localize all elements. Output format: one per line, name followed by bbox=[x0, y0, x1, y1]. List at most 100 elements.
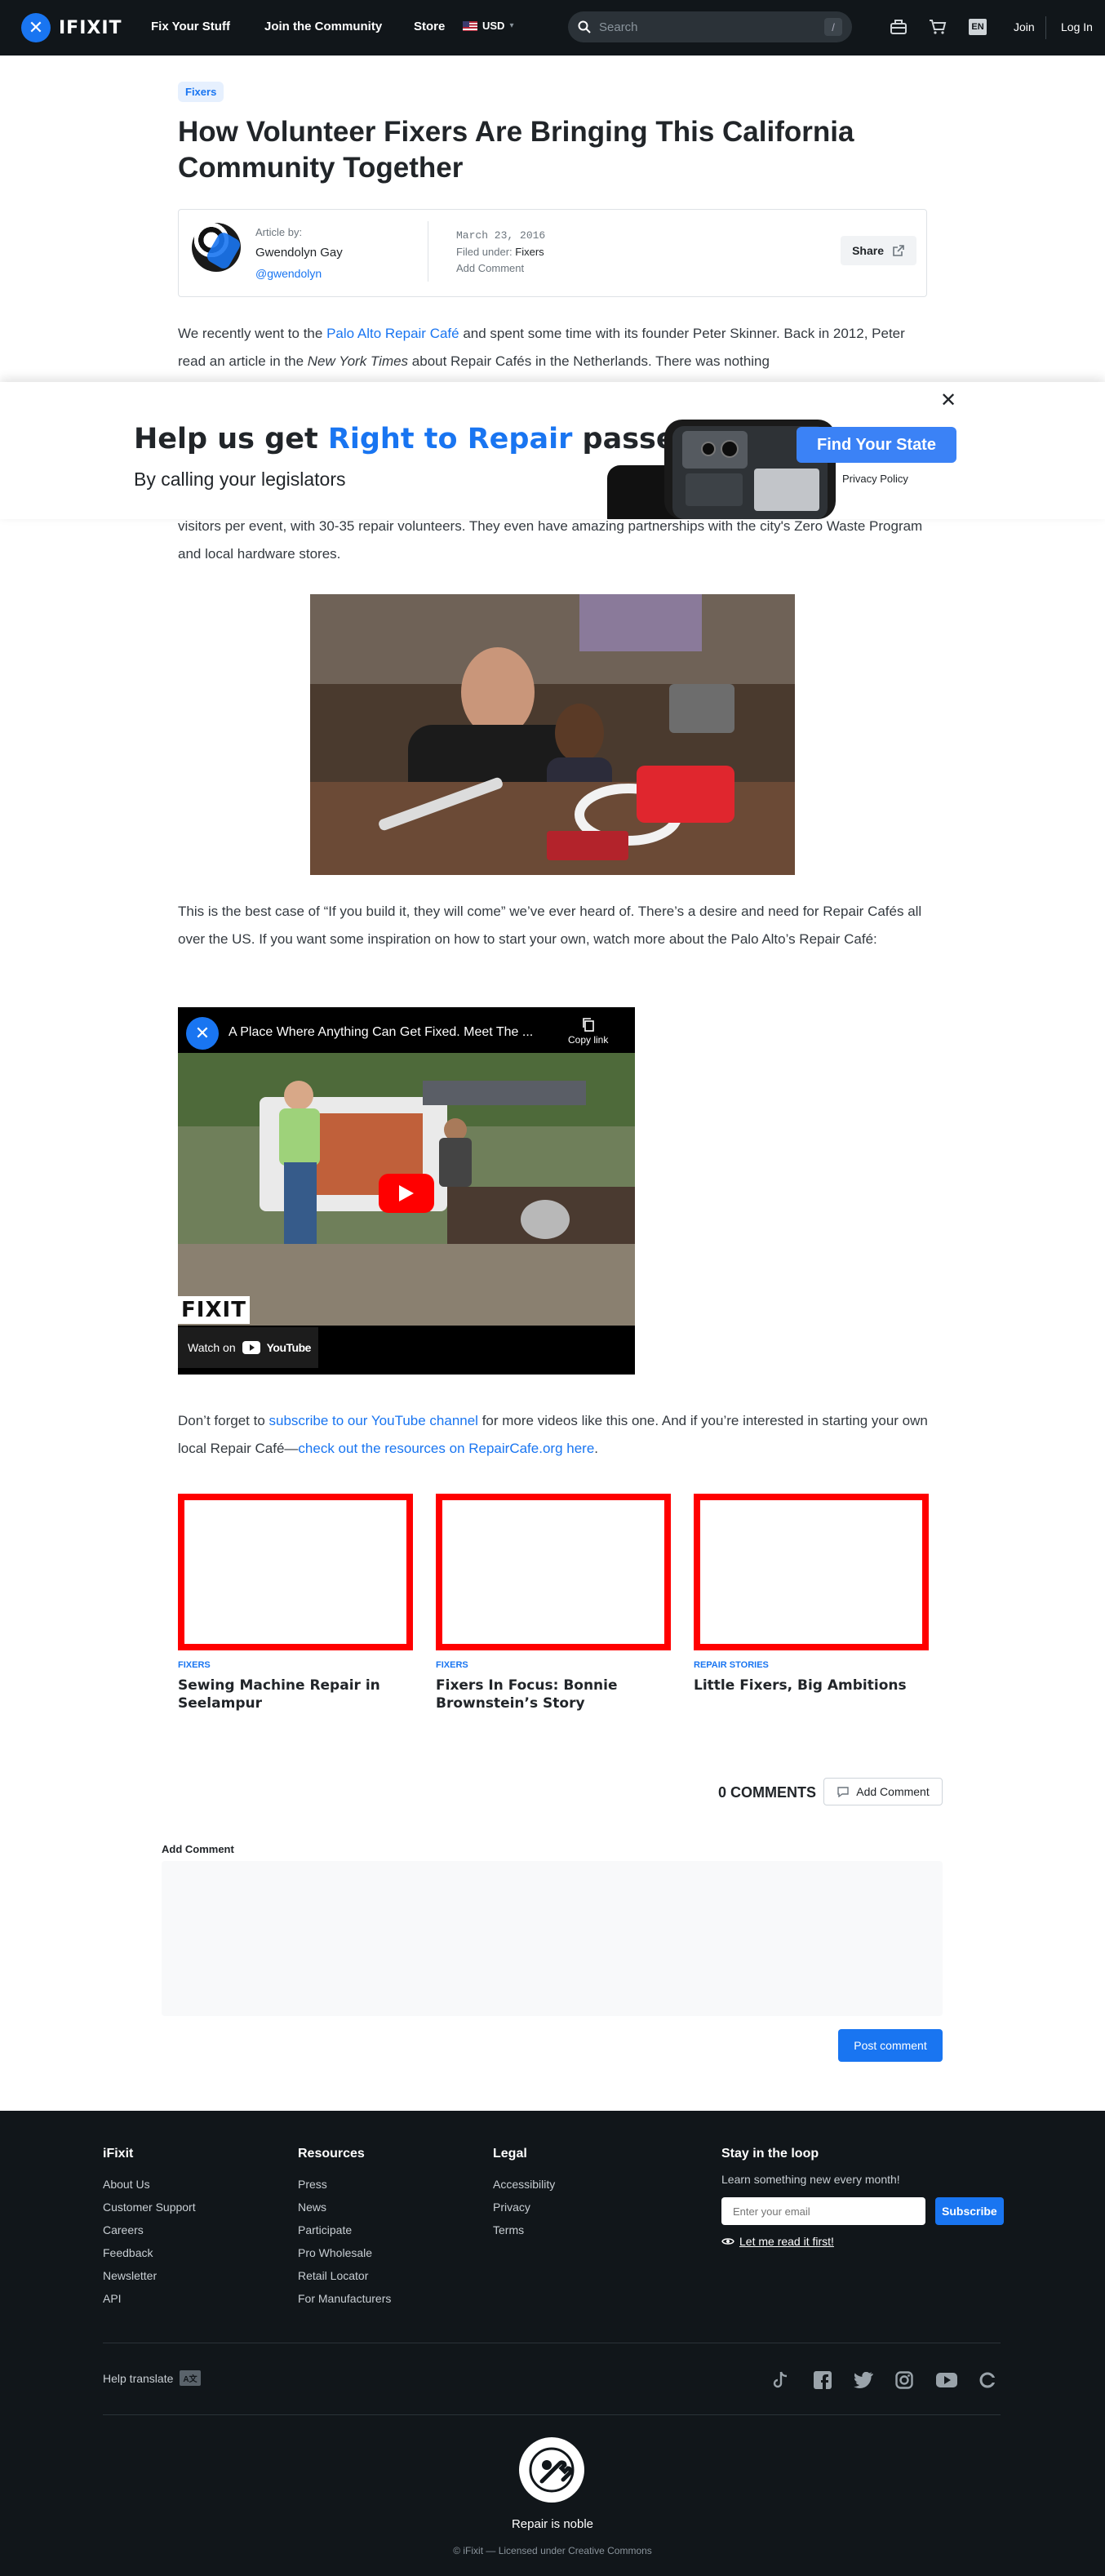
twitter-icon[interactable] bbox=[852, 2369, 875, 2392]
newsletter-form: Subscribe bbox=[721, 2197, 1004, 2225]
video-brand-watermark: FIXIT bbox=[178, 1296, 250, 1324]
video-title[interactable]: A Place Where Anything Can Get Fixed. Me… bbox=[229, 1025, 533, 1040]
related-card-title[interactable]: Little Fixers, Big Ambitions bbox=[694, 1677, 929, 1694]
add-comment-button[interactable]: Add Comment bbox=[823, 1778, 943, 1805]
search-input[interactable] bbox=[599, 20, 816, 34]
join-link[interactable]: Join bbox=[1014, 20, 1035, 33]
help-translate-label: Help translate bbox=[103, 2371, 174, 2385]
channel-avatar-icon[interactable]: ✕ bbox=[186, 1017, 219, 1050]
related-card-image[interactable] bbox=[436, 1494, 671, 1650]
play-icon bbox=[399, 1185, 414, 1201]
copy-link-button[interactable]: Copy link bbox=[568, 1017, 608, 1046]
read-newsletter-link[interactable]: Let me read it first! bbox=[721, 2235, 1004, 2248]
license-text: © iFixit — Licensed under Creative Commo… bbox=[453, 2545, 652, 2556]
ifixit-logo[interactable]: ✕ IFIXIT bbox=[21, 13, 122, 42]
help-translate-link[interactable]: Help translate A文 bbox=[103, 2370, 201, 2386]
comment-form-label: Add Comment bbox=[162, 1843, 234, 1855]
footer-link[interactable]: About Us bbox=[103, 2173, 196, 2196]
footer-link[interactable]: Accessibility bbox=[493, 2173, 555, 2196]
p4-text-a: Don’t forget to bbox=[178, 1413, 269, 1428]
language-selector[interactable]: EN bbox=[969, 19, 987, 35]
repair-cafe-photo bbox=[310, 594, 795, 875]
related-card-title[interactable]: Sewing Machine Repair in Seelampur bbox=[178, 1677, 413, 1712]
footer-link[interactable]: Pro Wholesale bbox=[298, 2241, 391, 2264]
newsletter-heading: Stay in the loop bbox=[721, 2147, 819, 2161]
tiktok-icon[interactable] bbox=[769, 2369, 792, 2392]
nav-join-community[interactable]: Join the Community bbox=[264, 20, 382, 33]
facebook-icon[interactable] bbox=[811, 2369, 834, 2392]
filed-value[interactable]: Fixers bbox=[515, 246, 544, 258]
related-card-tag[interactable]: FIXERS bbox=[178, 1660, 413, 1670]
currency-selector[interactable]: USD ▾ bbox=[463, 20, 513, 32]
publish-date: March 23, 2016 bbox=[456, 229, 546, 242]
footer-link[interactable]: Press bbox=[298, 2173, 391, 2196]
youtube-embed[interactable]: ✕ A Place Where Anything Can Get Fixed. … bbox=[178, 1007, 635, 1375]
related-card-title[interactable]: Fixers In Focus: Bonnie Brownstein’s Sto… bbox=[436, 1677, 671, 1712]
footer-link[interactable]: Feedback bbox=[103, 2241, 196, 2264]
related-card[interactable]: FIXERS Sewing Machine Repair in Seelampu… bbox=[178, 1494, 413, 1712]
nav-store[interactable]: Store bbox=[414, 20, 445, 33]
footer-link[interactable]: Careers bbox=[103, 2218, 196, 2241]
footer-link[interactable]: Participate bbox=[298, 2218, 391, 2241]
related-card-tag[interactable]: FIXERS bbox=[436, 1660, 671, 1670]
privacy-policy-link[interactable]: Privacy Policy bbox=[842, 473, 908, 485]
toolbox-icon[interactable] bbox=[888, 16, 909, 38]
footer-link[interactable]: For Manufacturers bbox=[298, 2287, 391, 2310]
p1-text-c: about Repair Cafés in the Netherlands. T… bbox=[408, 353, 770, 369]
find-your-state-button[interactable]: Find Your State bbox=[797, 427, 956, 463]
share-button[interactable]: Share bbox=[841, 236, 916, 265]
footer-tagline: Repair is noble bbox=[511, 2517, 594, 2531]
external-link-icon bbox=[893, 245, 904, 256]
search-shortcut-badge: / bbox=[824, 18, 842, 36]
comment-bubble-icon bbox=[837, 1787, 849, 1797]
newsletter-text: Learn something new every month! bbox=[721, 2173, 900, 2186]
author-avatar[interactable] bbox=[192, 223, 241, 272]
footer-col-heading: Legal bbox=[493, 2147, 527, 2161]
related-card-tag[interactable]: REPAIR STORIES bbox=[694, 1660, 929, 1670]
related-card-image[interactable] bbox=[694, 1494, 929, 1650]
category-tag[interactable]: Fixers bbox=[178, 82, 224, 102]
related-card[interactable]: REPAIR STORIES Little Fixers, Big Ambiti… bbox=[694, 1494, 929, 1694]
right-to-repair-banner: ✕ Help us get Right to Repair passed By … bbox=[0, 382, 1105, 531]
footer-link[interactable]: Newsletter bbox=[103, 2264, 196, 2287]
author-handle-link[interactable]: @gwendolyn bbox=[255, 267, 322, 280]
footer-link[interactable]: Customer Support bbox=[103, 2196, 196, 2218]
play-button[interactable] bbox=[379, 1174, 434, 1213]
footer-link[interactable]: News bbox=[298, 2196, 391, 2218]
watch-on-youtube-button[interactable]: Watch on YouTube bbox=[178, 1327, 318, 1368]
filed-under: Filed under: Fixers bbox=[456, 246, 544, 258]
filed-label: Filed under: bbox=[456, 246, 513, 258]
subscribe-button[interactable]: Subscribe bbox=[935, 2197, 1004, 2225]
footer-link[interactable]: API bbox=[103, 2287, 196, 2310]
community-icon[interactable] bbox=[976, 2369, 999, 2392]
search-bar[interactable]: / bbox=[568, 11, 852, 42]
subscribe-youtube-link[interactable]: subscribe to our YouTube channel bbox=[269, 1413, 478, 1428]
cart-icon[interactable] bbox=[927, 16, 948, 38]
banner-heading-highlight: Right to Repair bbox=[327, 423, 573, 455]
logo-text: IFIXIT bbox=[59, 17, 122, 38]
p4-text-c: . bbox=[594, 1441, 599, 1456]
repaircafe-resources-link[interactable]: check out the resources on RepairCafe.or… bbox=[298, 1441, 594, 1456]
nav-fix-your-stuff[interactable]: Fix Your Stuff bbox=[151, 20, 230, 33]
email-field[interactable] bbox=[721, 2197, 925, 2225]
footer-link[interactable]: Terms bbox=[493, 2218, 555, 2241]
youtube-icon[interactable] bbox=[935, 2369, 958, 2392]
footer-col-resources: Resources Press News Participate Pro Who… bbox=[298, 2147, 391, 2310]
add-comment-link[interactable]: Add Comment bbox=[456, 262, 524, 274]
login-link[interactable]: Log In bbox=[1061, 20, 1093, 33]
comment-textarea[interactable] bbox=[162, 1861, 943, 2016]
related-card-image[interactable] bbox=[178, 1494, 413, 1650]
footer-col-legal: Legal Accessibility Privacy Terms bbox=[493, 2147, 555, 2241]
footer-link[interactable]: Privacy bbox=[493, 2196, 555, 2218]
author-label: Article by: bbox=[255, 226, 303, 238]
instagram-icon[interactable] bbox=[893, 2369, 916, 2392]
footer-link[interactable]: Retail Locator bbox=[298, 2264, 391, 2287]
ifixit-logo-icon: ✕ bbox=[21, 13, 51, 42]
byline-card: Article by: Gwendolyn Gay @gwendolyn Mar… bbox=[178, 209, 927, 297]
youtube-logo-icon bbox=[242, 1341, 260, 1354]
palo-alto-link[interactable]: Palo Alto Repair Café bbox=[326, 326, 459, 341]
currency-label: USD bbox=[482, 20, 505, 32]
post-comment-button[interactable]: Post comment bbox=[838, 2029, 943, 2062]
related-card[interactable]: FIXERS Fixers In Focus: Bonnie Brownstei… bbox=[436, 1494, 671, 1712]
close-icon[interactable]: ✕ bbox=[940, 389, 956, 412]
